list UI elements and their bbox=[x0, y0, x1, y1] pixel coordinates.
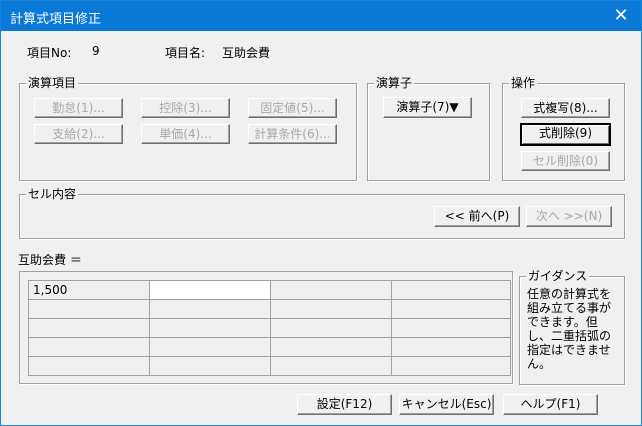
operator-group-title: 演算子 bbox=[374, 76, 415, 90]
table-row bbox=[28, 356, 511, 376]
operand-group-title: 演算項目 bbox=[26, 76, 79, 90]
title-bar: 計算式項目修正 ✕ bbox=[1, 1, 641, 31]
grid-cell[interactable] bbox=[391, 299, 511, 319]
guidance-group: ガイダンス 任意の計算式を組み立てる事ができます。但し、二重括弧の指定はできませ… bbox=[519, 269, 625, 385]
grid-cell[interactable] bbox=[28, 318, 150, 338]
formula-grid: 1,500 bbox=[28, 280, 511, 376]
cell-content-group-title: セル内容 bbox=[26, 187, 79, 201]
dialog-window: 計算式項目修正 ✕ 項目No: 9 項目名: 互助会費 演算項目 勤怠(1)..… bbox=[0, 0, 642, 426]
grid-cell[interactable] bbox=[391, 318, 511, 338]
guidance-text: 任意の計算式を組み立てる事ができます。但し、二重括弧の指定はできません。 bbox=[527, 287, 612, 371]
attendance-button[interactable]: 勤怠(1)... bbox=[34, 98, 123, 118]
grid-cell[interactable] bbox=[28, 337, 150, 357]
grid-cell[interactable] bbox=[270, 337, 392, 357]
grid-cell[interactable] bbox=[149, 299, 271, 319]
formula-label: 互助会費 ＝ bbox=[18, 253, 82, 267]
grid-cell[interactable] bbox=[391, 280, 511, 300]
grid-cell-selected[interactable] bbox=[149, 280, 271, 300]
grid-cell[interactable] bbox=[270, 356, 392, 376]
grid-cell[interactable] bbox=[28, 356, 150, 376]
item-name-label: 項目名: bbox=[165, 46, 206, 60]
window-title: 計算式項目修正 bbox=[10, 12, 102, 27]
guidance-group-title: ガイダンス bbox=[526, 269, 590, 283]
unit-price-button[interactable]: 単価(4)... bbox=[141, 124, 230, 144]
item-no-value: 9 bbox=[92, 44, 100, 58]
grid-cell[interactable] bbox=[391, 337, 511, 357]
item-name-value: 互助会費 bbox=[222, 46, 271, 60]
payment-button[interactable]: 支給(2)... bbox=[34, 124, 123, 144]
next-button[interactable]: 次へ >>(N) bbox=[526, 206, 612, 227]
table-row bbox=[28, 299, 511, 319]
grid-cell[interactable] bbox=[270, 280, 392, 300]
grid-cell[interactable] bbox=[391, 356, 511, 376]
delete-cell-button[interactable]: セル削除(0) bbox=[521, 151, 610, 171]
grid-cell[interactable] bbox=[149, 356, 271, 376]
calc-condition-button[interactable]: 計算条件(6)... bbox=[248, 124, 337, 144]
action-group-title: 操作 bbox=[509, 76, 538, 90]
table-row bbox=[28, 337, 511, 357]
operator-dropdown-button[interactable]: 演算子(7)▼ bbox=[383, 97, 472, 118]
cancel-button[interactable]: キャンセル(Esc) bbox=[399, 394, 494, 415]
grid-cell[interactable] bbox=[270, 299, 392, 319]
grid-cell[interactable] bbox=[270, 318, 392, 338]
deduction-button[interactable]: 控除(3)... bbox=[141, 98, 230, 118]
table-row: 1,500 bbox=[28, 280, 511, 300]
item-no-label: 項目No: bbox=[27, 46, 72, 60]
grid-cell[interactable]: 1,500 bbox=[28, 280, 150, 300]
grid-cell[interactable] bbox=[149, 337, 271, 357]
delete-formula-button[interactable]: 式削除(9) bbox=[520, 123, 611, 146]
grid-cell[interactable] bbox=[28, 299, 150, 319]
prev-button[interactable]: << 前へ(P) bbox=[434, 206, 520, 227]
close-icon[interactable]: ✕ bbox=[601, 1, 641, 31]
help-button[interactable]: ヘルプ(F1) bbox=[503, 394, 598, 415]
copy-formula-button[interactable]: 式複写(8)... bbox=[521, 98, 610, 118]
fixed-value-button[interactable]: 固定値(5)... bbox=[248, 98, 337, 118]
set-button[interactable]: 設定(F12) bbox=[297, 394, 392, 415]
table-row bbox=[28, 318, 511, 338]
grid-cell[interactable] bbox=[149, 318, 271, 338]
